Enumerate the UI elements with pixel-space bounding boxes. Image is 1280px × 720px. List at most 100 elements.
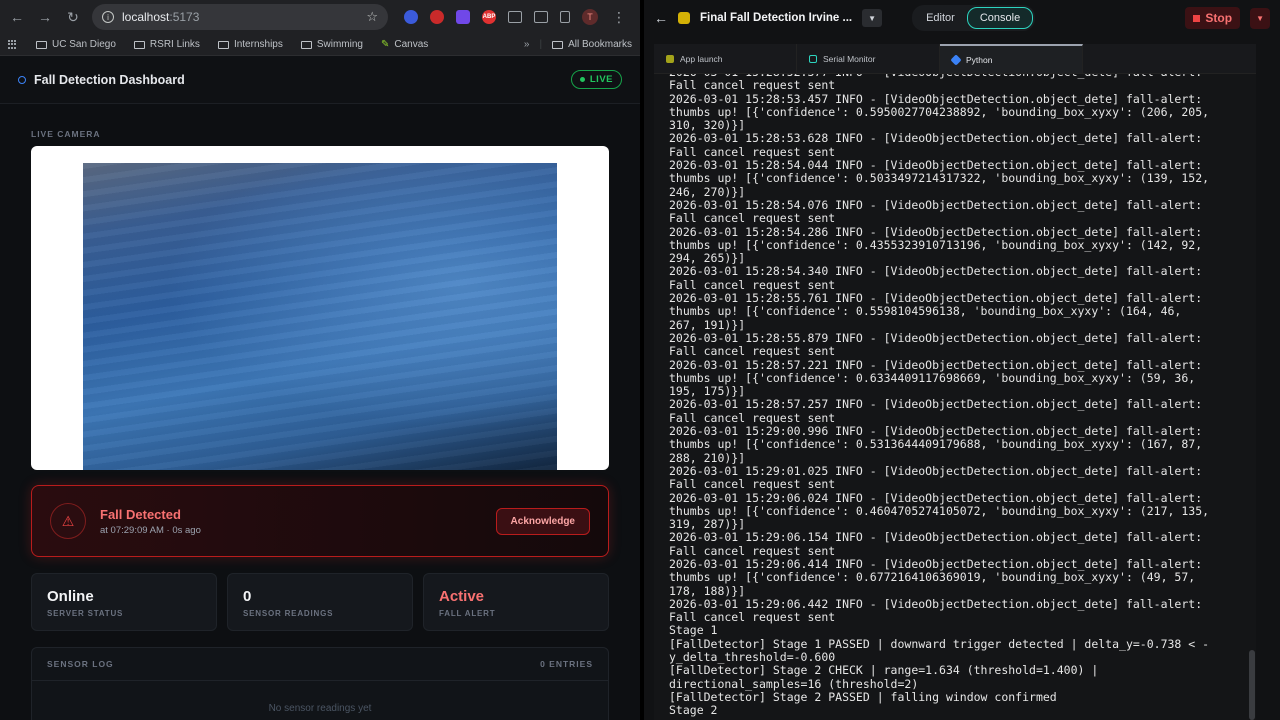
live-camera-label: LIVE CAMERA	[31, 129, 101, 139]
bookmarks-bar: UC San Diego RSRI Links Internships Swim…	[0, 34, 640, 56]
folder-icon	[36, 40, 47, 49]
bookmark-folder[interactable]: Swimming	[300, 39, 363, 50]
extension-icon[interactable]	[430, 10, 444, 24]
scrollbar-thumb[interactable]	[1249, 650, 1255, 720]
python-icon	[950, 53, 962, 66]
sidebar-icon[interactable]	[560, 11, 570, 23]
camera-feed	[83, 163, 557, 470]
back-arrow-icon[interactable]: ←	[8, 9, 26, 25]
chevron-double-right-icon[interactable]: »	[524, 39, 530, 50]
stat-value: 0	[243, 588, 252, 605]
status-ring-icon	[18, 75, 26, 84]
sensor-log-title: SENSOR LOG	[47, 659, 114, 669]
all-bookmarks[interactable]: All Bookmarks	[552, 39, 632, 50]
console-line: 310, 320)}]	[669, 118, 746, 133]
canvas-icon: ✎	[380, 39, 390, 50]
tab-serial-monitor[interactable]: Serial Monitor	[797, 44, 940, 73]
console-line: 2026-03-01 15:28:54.076 INFO - [VideoObj…	[669, 197, 1203, 212]
folder-icon	[133, 40, 145, 49]
console-line: [FallDetector] Stage 1 PASSED | downward…	[669, 636, 1210, 651]
console-line: 195, 175)}]	[669, 384, 746, 399]
extensions-row: ABP T ⋮	[404, 9, 628, 26]
console-line: Fall cancel request sent	[669, 277, 836, 292]
editor-tab[interactable]: Editor	[914, 8, 967, 28]
console-line: [FallDetector] Stage 2 CHECK | range=1.6…	[669, 663, 1099, 678]
console-line: thumbs up! [{'confidence': 0.63344091176…	[669, 370, 1196, 385]
console-line: Fall cancel request sent	[669, 78, 836, 93]
dashboard-header: Fall Detection Dashboard LIVE	[0, 56, 640, 104]
browser-toolbar: ← → ↻ i localhost:5173 ☆ ABP T ⋮	[0, 0, 640, 34]
console-tabs: App launch Serial Monitor Python	[654, 44, 1256, 74]
extensions-puzzle-icon[interactable]	[508, 11, 522, 23]
bookmark-folder[interactable]: Internships	[217, 39, 283, 50]
bookmark-folder[interactable]: UC San Diego	[36, 39, 116, 50]
console-line: Fall cancel request sent	[669, 410, 836, 425]
console-line: 319, 287)}]	[669, 517, 746, 532]
extension-icon[interactable]	[404, 10, 418, 24]
forward-arrow-icon[interactable]: →	[36, 9, 54, 25]
console-line: thumbs up! [{'confidence': 0.67721641063…	[669, 570, 1196, 585]
adblock-extension-icon[interactable]: ABP	[482, 10, 496, 24]
stat-value: Online	[47, 588, 94, 605]
apps-grid-icon[interactable]	[8, 39, 18, 50]
stop-square-icon	[1193, 14, 1201, 22]
alert-timestamp: at 07:29:09 AM · 0s ago	[100, 524, 201, 536]
stop-dropdown-icon[interactable]: ▼	[1250, 7, 1270, 29]
console-line: Fall cancel request sent	[669, 543, 836, 558]
folder-icon	[552, 40, 564, 49]
stat-card-sensor-readings: 0 SENSOR READINGS	[227, 573, 413, 631]
ide-window: ← Final Fall Detection Irvine ... ▼ Edit…	[644, 0, 1280, 720]
bookmark-star-icon[interactable]: ☆	[366, 9, 378, 25]
sensor-log-header: SENSOR LOG 0 ENTRIES	[32, 648, 608, 681]
back-arrow-icon[interactable]: ←	[654, 10, 668, 26]
site-info-icon[interactable]: i	[102, 11, 114, 23]
serial-monitor-icon	[809, 54, 817, 63]
console-line: 2026-03-01 15:28:55.761 INFO - [VideoObj…	[669, 291, 1203, 306]
tab-python[interactable]: Python	[940, 44, 1083, 73]
console-tab[interactable]: Console	[966, 7, 1034, 29]
warning-triangle-icon: ⚠	[50, 503, 86, 539]
acknowledge-button[interactable]: Acknowledge	[495, 507, 590, 535]
page-title: Fall Detection Dashboard	[34, 72, 185, 87]
alert-title: Fall Detected	[100, 506, 181, 522]
chevron-down-icon[interactable]: ▼	[862, 9, 883, 27]
bookmark-folder[interactable]: RSRI Links	[133, 39, 200, 50]
bookmark-link[interactable]: ✎ Canvas	[381, 39, 428, 50]
stop-button[interactable]: Stop	[1185, 7, 1241, 29]
console-line: directional_samples=16 (threshold=2)	[669, 676, 919, 691]
console-line: Fall cancel request sent	[669, 610, 836, 625]
console-line: 2026-03-01 15:28:53.457 INFO - [VideoObj…	[669, 91, 1203, 106]
console-line: Fall cancel request sent	[669, 211, 836, 226]
console-line: 2026-03-01 15:29:06.024 INFO - [VideoObj…	[669, 490, 1203, 505]
address-bar[interactable]: i localhost:5173 ☆	[92, 4, 388, 30]
alert-text: Fall Detected at 07:29:09 AM · 0s ago	[100, 507, 201, 536]
sensor-log-count: 0 ENTRIES	[540, 659, 593, 669]
scrollbar[interactable]	[1248, 74, 1256, 720]
bookmarks-right: » | All Bookmarks	[524, 39, 632, 50]
console-output[interactable]: 2026-03-01 15:28:52.377 INFO - [VideoObj…	[654, 74, 1256, 720]
project-logo-icon	[678, 12, 690, 24]
stat-label: SENSOR READINGS	[243, 609, 334, 618]
app-launch-icon	[666, 54, 674, 63]
camera-panel	[31, 146, 609, 470]
tab-search-icon[interactable]	[534, 11, 548, 23]
console-line: thumbs up! [{'confidence': 0.50334972143…	[669, 171, 1210, 186]
more-menu-icon[interactable]: ⋮	[610, 9, 628, 26]
fall-alert-banner: ⚠ Fall Detected at 07:29:09 AM · 0s ago …	[31, 485, 609, 557]
console-line: 2026-03-01 15:28:57.257 INFO - [VideoObj…	[669, 397, 1203, 412]
separator: |	[539, 39, 543, 50]
live-dot-icon	[579, 77, 585, 82]
reload-icon[interactable]: ↻	[64, 9, 82, 26]
mode-switch: Editor Console	[912, 5, 1036, 31]
console-line: 2026-03-01 15:29:06.154 INFO - [VideoObj…	[669, 530, 1203, 545]
project-title: Final Fall Detection Irvine ...	[700, 12, 853, 24]
console-line: y_delta_threshold=-0.600	[669, 650, 836, 665]
tab-app-launch[interactable]: App launch	[654, 44, 797, 73]
browser-window: ← → ↻ i localhost:5173 ☆ ABP T ⋮ UC San …	[0, 0, 640, 720]
console-line: 2026-03-01 15:28:53.628 INFO - [VideoObj…	[669, 131, 1203, 146]
console-line: 2026-03-01 15:28:54.044 INFO - [VideoObj…	[669, 158, 1203, 173]
console-line: [FallDetector] Stage 2 PASSED | falling …	[669, 689, 1057, 704]
profile-avatar[interactable]: T	[582, 9, 598, 25]
folder-icon	[217, 40, 229, 49]
extension-icon[interactable]	[456, 10, 470, 24]
